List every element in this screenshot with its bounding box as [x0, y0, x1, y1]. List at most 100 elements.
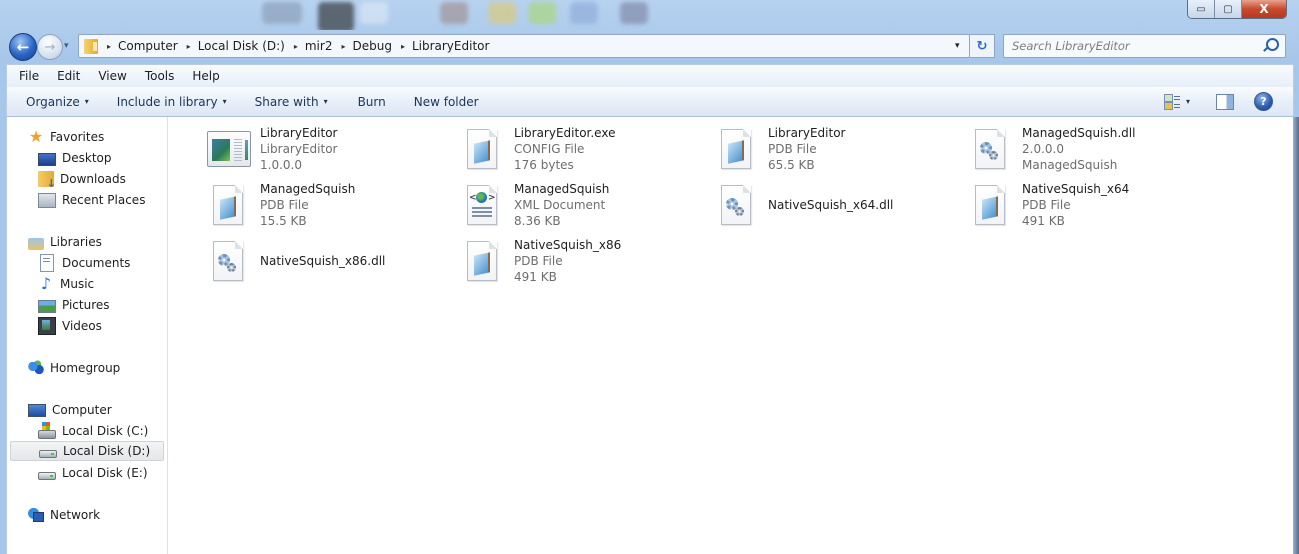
navigation-pane: ★ Favorites Desktop Downloads Recent Pla…: [7, 117, 168, 554]
navigation-bar: ← → ▾ ▸ Computer ▸ Local Disk (D:) ▸ mir…: [0, 33, 1299, 61]
sidebar-item-local-disk-e[interactable]: Local Disk (E:): [38, 463, 148, 483]
preview-pane-icon[interactable]: [1216, 93, 1234, 110]
minimize-icon: ▭: [1196, 3, 1206, 15]
dll-gears-icon: [714, 185, 754, 225]
file-item[interactable]: LibraryEditor.exe CONFIG File 176 bytes: [442, 125, 692, 177]
menu-tools[interactable]: Tools: [134, 69, 182, 83]
blurred-desktop-icon: [262, 2, 302, 24]
file-item[interactable]: LibraryEditor LibraryEditor 1.0.0.0: [188, 125, 438, 177]
breadcrumb-separator[interactable]: ▸: [107, 42, 111, 51]
recent-places-icon: [38, 192, 56, 208]
sidebar-label: Videos: [62, 319, 102, 333]
breadcrumb-libraryeditor[interactable]: LibraryEditor: [412, 39, 489, 53]
file-list: LibraryEditor LibraryEditor 1.0.0.0 Libr…: [168, 117, 1293, 554]
sidebar-libraries[interactable]: Libraries: [28, 232, 102, 252]
search-icon[interactable]: [1266, 38, 1279, 51]
breadcrumb-separator[interactable]: ▸: [187, 42, 191, 51]
sidebar-label: Local Disk (C:): [62, 424, 149, 438]
sidebar-item-pictures[interactable]: Pictures: [38, 295, 110, 315]
menu-bar: File Edit View Tools Help: [6, 64, 1294, 88]
sidebar-label: Music: [60, 277, 95, 291]
sidebar-item-videos[interactable]: Videos: [38, 316, 102, 336]
sidebar-item-local-disk-d[interactable]: Local Disk (D:): [10, 441, 164, 461]
refresh-button[interactable]: ↻: [970, 34, 995, 58]
breadcrumb-separator[interactable]: ▸: [294, 42, 298, 51]
forward-button[interactable]: →: [37, 34, 63, 60]
address-bar[interactable]: ▸ Computer ▸ Local Disk (D:) ▸ mir2 ▸ De…: [78, 34, 970, 58]
menu-help[interactable]: Help: [181, 69, 226, 83]
chevron-down-icon: ▾: [323, 97, 328, 106]
sidebar-item-downloads[interactable]: Downloads: [38, 169, 126, 190]
maximize-icon: ▢: [1223, 3, 1233, 15]
file-item[interactable]: NativeSquish_x64.dll: [696, 181, 946, 233]
sidebar-item-desktop[interactable]: Desktop: [38, 148, 112, 168]
file-type: PDB File: [768, 142, 817, 156]
caption-buttons: ▭ ▢ X: [1187, 0, 1287, 19]
burn-button[interactable]: Burn: [342, 95, 400, 109]
breadcrumb-mir2[interactable]: mir2: [305, 39, 333, 53]
menu-edit[interactable]: Edit: [46, 69, 87, 83]
sidebar-computer[interactable]: Computer: [28, 400, 112, 420]
file-item[interactable]: ManagedSquish PDB File 15.5 KB: [188, 181, 438, 233]
folder-icon: [84, 38, 98, 54]
breadcrumb-separator[interactable]: ▸: [401, 42, 405, 51]
organize-label: Organize: [26, 94, 80, 109]
file-size: 65.5 KB: [768, 158, 815, 172]
sidebar-item-local-disk-c[interactable]: Local Disk (C:): [38, 421, 148, 441]
sidebar-item-documents[interactable]: Documents: [38, 253, 130, 273]
hard-drive-icon: [39, 450, 57, 458]
include-in-library-button[interactable]: Include in library ▾: [103, 95, 241, 109]
pdb-file-icon: [968, 185, 1008, 225]
computer-icon: [28, 404, 46, 417]
breadcrumb-computer[interactable]: Computer: [118, 39, 178, 53]
file-version: 2.0.0.0: [1022, 142, 1064, 156]
search-input[interactable]: [1004, 35, 1264, 57]
sidebar-label: Computer: [52, 403, 112, 417]
command-bar: Organize ▾ Include in library ▾ Share wi…: [6, 87, 1294, 117]
file-name: NativeSquish_x64: [1022, 182, 1130, 196]
window-border: [1293, 117, 1299, 554]
file-item[interactable]: NativeSquish_x64 PDB File 491 KB: [950, 181, 1200, 233]
menu-view[interactable]: View: [87, 69, 133, 83]
menu-file[interactable]: File: [7, 69, 46, 83]
file-name: ManagedSquish.dll: [1022, 126, 1136, 140]
close-button[interactable]: X: [1242, 0, 1286, 18]
breadcrumb-separator[interactable]: ▸: [341, 42, 345, 51]
file-type: PDB File: [260, 198, 309, 212]
homegroup-icon: [28, 360, 44, 376]
sidebar-label: Documents: [62, 256, 131, 270]
pictures-icon: [38, 299, 56, 313]
recent-pages-dropdown[interactable]: ▾: [64, 41, 69, 51]
back-button[interactable]: ←: [9, 33, 37, 61]
breadcrumb-local-disk-d[interactable]: Local Disk (D:): [198, 39, 285, 53]
file-item[interactable]: NativeSquish_x86.dll: [188, 237, 438, 289]
sidebar-item-music[interactable]: ♪ Music: [38, 274, 94, 294]
chevron-down-icon: ▾: [84, 97, 89, 106]
minimize-button[interactable]: ▭: [1188, 0, 1215, 18]
new-folder-button[interactable]: New folder: [400, 95, 493, 109]
blurred-desktop-icon: [318, 2, 354, 30]
sidebar-item-recent-places[interactable]: Recent Places: [38, 190, 145, 210]
file-item[interactable]: NativeSquish_x86 PDB File 491 KB: [442, 237, 692, 289]
sidebar-label: Desktop: [62, 151, 112, 165]
share-with-button[interactable]: Share with ▾: [241, 95, 342, 109]
change-view-icon[interactable]: [1163, 93, 1180, 110]
breadcrumb-debug[interactable]: Debug: [352, 39, 391, 53]
sidebar-label: Libraries: [50, 235, 102, 249]
file-item[interactable]: < > ManagedSquish XML Document 8.36 KB: [442, 181, 692, 233]
address-history-dropdown[interactable]: ▾: [955, 41, 960, 51]
help-icon[interactable]: ?: [1254, 92, 1273, 111]
music-icon: ♪: [40, 274, 52, 293]
explorer-window: ▭ ▢ X ← → ▾ ▸ Computer ▸ Local Disk (D:)…: [0, 0, 1299, 554]
sidebar-favorites[interactable]: ★ Favorites: [28, 127, 104, 147]
search-box: [1003, 34, 1286, 58]
organize-button[interactable]: Organize ▾: [7, 95, 103, 109]
sidebar-label: Favorites: [50, 130, 105, 144]
file-item[interactable]: ManagedSquish.dll 2.0.0.0 ManagedSquish: [950, 125, 1200, 177]
sidebar-label: Downloads: [60, 172, 126, 186]
view-options-dropdown[interactable]: ▾: [1186, 97, 1190, 106]
maximize-button[interactable]: ▢: [1215, 0, 1242, 18]
sidebar-network[interactable]: Network: [28, 505, 100, 525]
file-item[interactable]: LibraryEditor PDB File 65.5 KB: [696, 125, 946, 177]
sidebar-homegroup[interactable]: Homegroup: [28, 358, 120, 378]
